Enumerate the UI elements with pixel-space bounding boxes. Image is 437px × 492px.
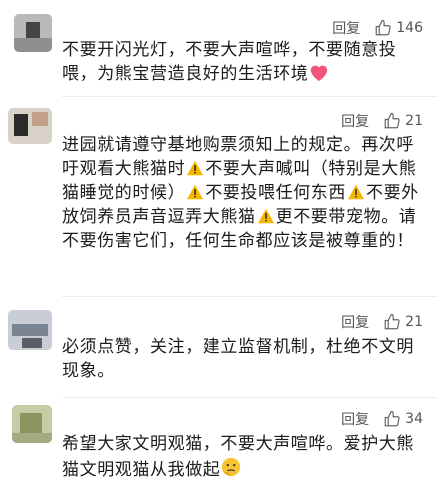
like-count: 146 (396, 20, 423, 36)
warning-icon (257, 208, 274, 224)
thinking-face-icon (222, 457, 241, 477)
comment-actions: 回复 34 (341, 409, 423, 429)
thumbs-up-icon[interactable] (374, 19, 392, 37)
reply-button[interactable]: 回复 (341, 312, 369, 332)
warning-icon (348, 184, 365, 200)
avatar[interactable] (8, 108, 52, 144)
heart-icon (311, 65, 328, 82)
comment-actions: 回复 21 (341, 111, 423, 131)
comment-text: 希望大家文明观猫，不要大声喧哗。爱护大熊猫文明观猫从我做起 (62, 434, 414, 480)
divider (62, 397, 437, 398)
comment-text: 必须点赞，关注，建立监督机制，杜绝不文明现象。 (62, 337, 414, 381)
divider (62, 96, 437, 97)
like-count: 21 (405, 113, 423, 129)
thumbs-up-icon[interactable] (383, 410, 401, 428)
reply-button[interactable]: 回复 (341, 409, 369, 429)
warning-icon (187, 160, 204, 176)
like-count: 34 (405, 411, 423, 427)
comment-text: 不要开闪光灯，不要大声喧哗，不要随意投喂，为熊宝营造良好的生活环境 (62, 40, 397, 84)
warning-icon (187, 184, 204, 200)
like-count: 21 (405, 314, 423, 330)
thumbs-up-icon[interactable] (383, 313, 401, 331)
thumbs-up-icon[interactable] (383, 112, 401, 130)
avatar[interactable] (14, 14, 52, 52)
divider (62, 296, 437, 297)
reply-button[interactable]: 回复 (332, 18, 360, 38)
avatar[interactable] (12, 405, 52, 443)
comment-actions: 回复 21 (341, 312, 423, 332)
avatar[interactable] (8, 310, 52, 350)
comment-text: 进园就请遵守基地购票须知上的规定。再次呼吁观看大熊猫时 不要大声喊叫（特别是大熊猫… (62, 135, 419, 251)
reply-button[interactable]: 回复 (341, 111, 369, 131)
comment-actions: 回复 146 (332, 18, 423, 38)
